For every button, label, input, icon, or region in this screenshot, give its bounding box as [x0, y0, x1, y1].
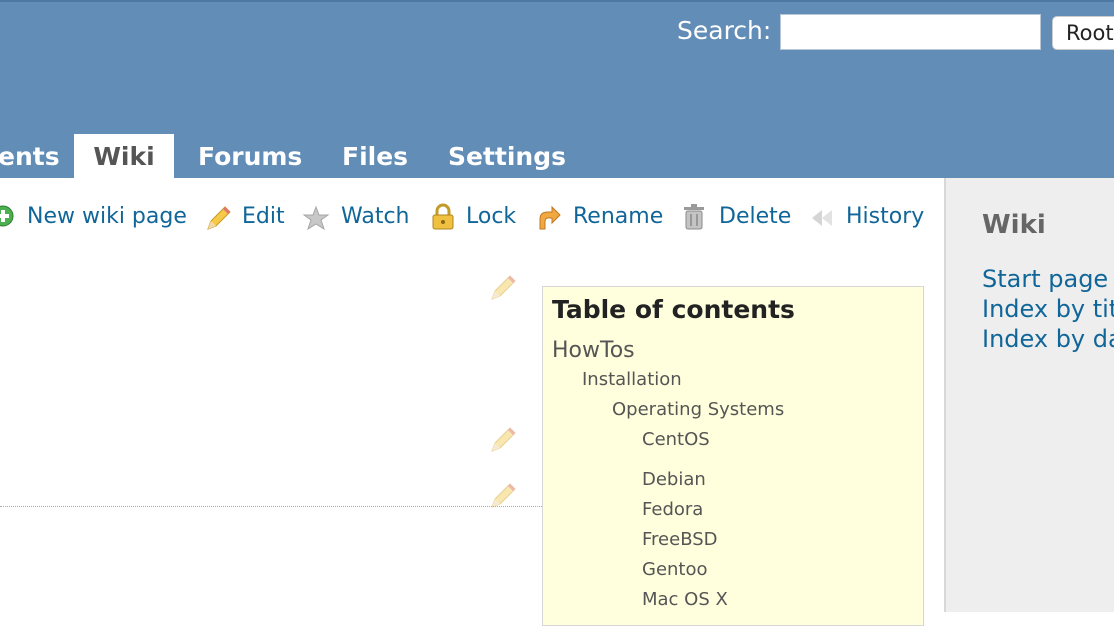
toc-item[interactable]: FreeBSD	[642, 528, 718, 552]
tab-documents[interactable]: ents	[0, 134, 64, 180]
tab-forums[interactable]: Forums	[198, 134, 302, 180]
rewind-icon	[812, 210, 832, 226]
toc-item[interactable]: Debian	[642, 468, 706, 492]
main-menu: ents Wiki Forums Files Settings	[0, 134, 1114, 180]
sidebar-link-index-by-title[interactable]: Index by title	[982, 294, 1114, 324]
add-icon	[0, 205, 14, 227]
section-edit-pencil-icon[interactable]	[488, 424, 518, 454]
delete-label: Delete	[719, 204, 792, 229]
lock-link[interactable]: Lock	[431, 200, 516, 234]
project-jump-select[interactable]: Root	[1052, 16, 1114, 50]
edit-label: Edit	[242, 204, 285, 229]
toc-item[interactable]: Gentoo	[642, 558, 708, 582]
section-divider	[0, 506, 544, 507]
star-icon	[303, 205, 329, 231]
history-link[interactable]: History	[810, 200, 924, 234]
top-header: Search: Root ents Wiki Forums Files Sett…	[0, 0, 1114, 180]
tab-files[interactable]: Files	[342, 134, 408, 180]
sidebar: Wiki Start page Index by title Index by …	[944, 178, 1114, 612]
edit-link[interactable]: Edit	[204, 200, 285, 234]
tab-settings[interactable]: Settings	[448, 134, 566, 180]
toc-item[interactable]: CentOS	[642, 428, 710, 452]
sidebar-title: Wiki	[982, 210, 1046, 240]
rename-arrow-icon	[539, 205, 561, 230]
toc-item[interactable]: Operating Systems	[612, 398, 784, 422]
new-wiki-page-link[interactable]: New wiki page	[0, 200, 187, 234]
rename-label: Rename	[573, 204, 664, 229]
trash-icon	[684, 204, 704, 230]
watch-link[interactable]: Watch	[303, 200, 410, 234]
search-label: Search:	[677, 16, 772, 45]
sidebar-link-start-page[interactable]: Start page	[982, 264, 1108, 294]
sidebar-link-index-by-date[interactable]: Index by date	[982, 324, 1114, 354]
section-edit-pencil-icon[interactable]	[488, 272, 518, 302]
lock-label: Lock	[466, 204, 517, 229]
toc-item[interactable]: Fedora	[642, 498, 703, 522]
toc-item[interactable]: HowTos	[552, 337, 635, 365]
history-label: History	[846, 204, 925, 229]
rename-link[interactable]: Rename	[536, 200, 663, 234]
table-of-contents: Table of contents HowTos Installation Op…	[542, 286, 924, 626]
delete-link[interactable]: Delete	[682, 200, 791, 234]
toc-title: Table of contents	[552, 295, 795, 324]
watch-label: Watch	[341, 204, 410, 229]
tab-wiki[interactable]: Wiki	[74, 134, 174, 180]
new-wiki-page-label: New wiki page	[27, 204, 187, 229]
pencil-icon	[207, 206, 231, 230]
lock-icon	[432, 203, 454, 230]
toc-item[interactable]: Installation	[582, 368, 682, 392]
search-input[interactable]	[780, 14, 1041, 50]
toc-item[interactable]: Mac OS X	[642, 588, 728, 612]
